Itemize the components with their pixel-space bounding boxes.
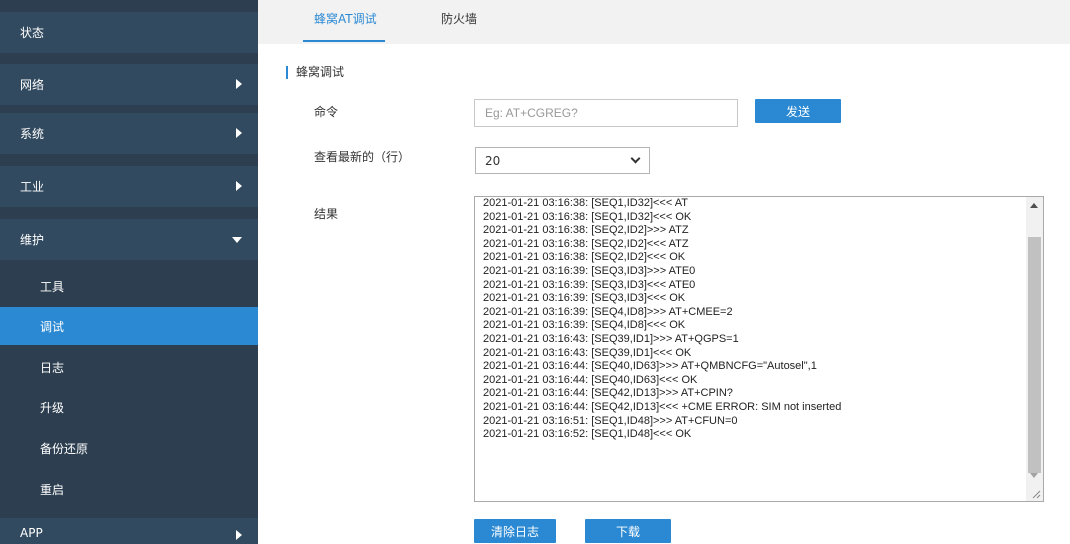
log-line: 2021-01-21 03:16:38: [SEQ1,ID32]<<< OK [483,210,692,223]
sidebar-item-network[interactable]: 网络 [0,64,258,105]
sidebar: 状态 网络 系统 工业 维护 工具 调试 日志 升级 备份还原 重启 APP [0,0,258,544]
log-line: 2021-01-21 03:16:52: [SEQ1,ID48]<<< OK [483,428,692,441]
sidebar-subitem-label: 重启 [40,482,65,497]
result-textarea[interactable]: 2021-01-21 03:16:38: [SEQ1,ID32]<<< AT 20… [474,196,1044,502]
vertical-scrollbar[interactable] [1026,197,1043,501]
active-tab-indicator [303,40,385,42]
log-line: 2021-01-21 03:16:44: [SEQ42,ID13]>>> AT+… [483,387,733,400]
chevron-right-icon [236,530,242,540]
chevron-down-icon [630,153,641,164]
chevron-right-icon [236,181,242,191]
log-line: 2021-01-21 03:16:39: [SEQ3,ID3]<<< ATE0 [483,278,696,291]
sidebar-item-label: 维护 [20,233,45,247]
latest-lines-label: 查看最新的（行） [314,150,411,164]
log-line: 2021-01-21 03:16:38: [SEQ2,ID2]<<< ATZ [483,237,689,250]
sidebar-item-system[interactable]: 系统 [0,113,258,154]
log-line: 2021-01-21 03:16:39: [SEQ3,ID3]>>> ATE0 [483,264,696,277]
latest-lines-select[interactable]: 20 [475,147,650,174]
sidebar-subitem-label: 备份还原 [40,441,89,456]
sidebar-subitem-log[interactable]: 日志 [0,348,258,386]
sidebar-subitem-backup-restore[interactable]: 备份还原 [0,429,258,467]
tab-cellular-at-debug[interactable]: 蜂窝AT调试 [314,10,377,27]
log-line: 2021-01-21 03:16:43: [SEQ39,ID1]>>> AT+Q… [483,332,739,345]
sidebar-subitem-label: 工具 [40,279,65,294]
log-line: 2021-01-21 03:16:44: [SEQ40,ID63]<<< OK [483,373,698,386]
log-line: 2021-01-21 03:16:39: [SEQ3,ID3]<<< OK [483,292,686,305]
section-title: 蜂窝调试 [286,66,344,79]
scroll-down-arrow-icon[interactable] [1030,473,1038,478]
resize-grip-icon[interactable] [1031,489,1041,499]
log-line: 2021-01-21 03:16:38: [SEQ2,ID2]<<< OK [483,251,686,264]
tab-firewall[interactable]: 防火墙 [441,10,477,27]
clear-log-button[interactable]: 清除日志 [474,519,556,543]
command-input[interactable] [474,99,738,127]
sidebar-item-maintenance[interactable]: 维护 [0,219,258,260]
download-button[interactable]: 下载 [585,519,671,543]
log-line: 2021-01-21 03:16:39: [SEQ4,ID8]<<< OK [483,319,686,332]
sidebar-subitem-debug[interactable]: 调试 [0,307,258,345]
log-line: 2021-01-21 03:16:39: [SEQ4,ID8]>>> AT+CM… [483,305,733,318]
sidebar-item-label: 状态 [20,26,45,40]
main-content: 蜂窝AT调试 防火墙 蜂窝调试 命令 发送 查看最新的（行） 20 结果 202… [258,0,1070,544]
chevron-down-icon [232,237,242,243]
result-log: 2021-01-21 03:16:38: [SEQ1,ID32]<<< AT 20… [483,197,1013,442]
log-line: 2021-01-21 03:16:44: [SEQ40,ID63]>>> AT+… [483,360,817,373]
sidebar-item-label: 网络 [20,78,45,92]
sidebar-subitem-label: 升级 [40,400,65,415]
sidebar-subitem-label: 日志 [40,360,65,375]
log-line: 2021-01-21 03:16:44: [SEQ42,ID13]<<< +CM… [483,400,842,413]
sidebar-item-industrial[interactable]: 工业 [0,166,258,207]
send-button[interactable]: 发送 [755,99,841,123]
command-label: 命令 [314,105,339,119]
tab-bar: 蜂窝AT调试 防火墙 [258,0,1070,44]
sidebar-item-label: APP [20,526,43,540]
result-label: 结果 [314,207,339,221]
log-line: 2021-01-21 03:16:38: [SEQ2,ID2]>>> ATZ [483,224,689,237]
sidebar-subitem-upgrade[interactable]: 升级 [0,388,258,426]
sidebar-subitem-reboot[interactable]: 重启 [0,470,258,508]
scroll-up-arrow-icon[interactable] [1030,203,1038,208]
sidebar-item-label: 系统 [20,127,45,141]
log-line: 2021-01-21 03:16:43: [SEQ39,ID1]<<< OK [483,346,692,359]
sidebar-item-app[interactable]: APP [0,518,258,544]
scrollbar-thumb[interactable] [1028,237,1041,473]
sidebar-subitem-label: 调试 [40,319,65,334]
chevron-right-icon [236,79,242,89]
sidebar-subitem-tools[interactable]: 工具 [0,267,258,305]
chevron-right-icon [236,128,242,138]
log-line: 2021-01-21 03:16:51: [SEQ1,ID48]>>> AT+C… [483,414,738,427]
latest-lines-value: 20 [485,153,501,168]
sidebar-item-label: 工业 [20,180,45,194]
log-line: 2021-01-21 03:16:38: [SEQ1,ID32]<<< AT [483,197,688,209]
sidebar-item-status[interactable]: 状态 [0,12,258,53]
